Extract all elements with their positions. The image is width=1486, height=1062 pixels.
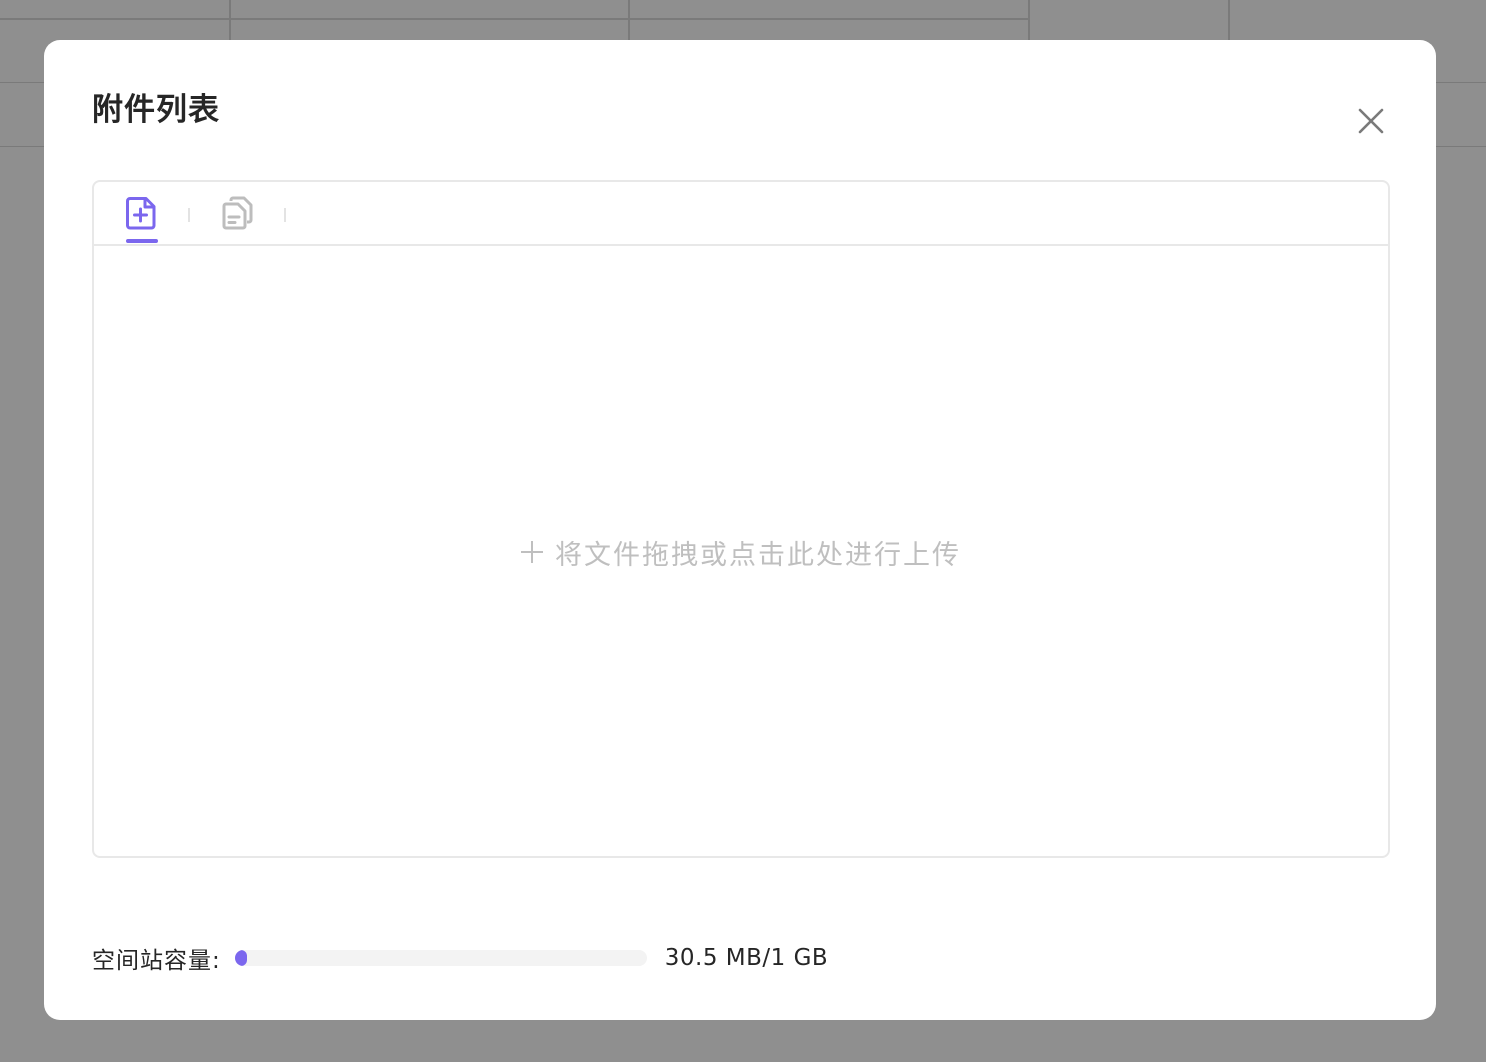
files-copy-icon — [222, 196, 253, 230]
attachment-tabs — [94, 182, 1388, 246]
active-tab-indicator — [126, 239, 158, 243]
tab-files[interactable] — [221, 196, 255, 230]
storage-progress-bar — [234, 950, 647, 966]
plus-icon — [521, 541, 543, 563]
close-button[interactable] — [1350, 100, 1392, 142]
tab-divider — [188, 208, 190, 222]
attachment-panel: 将文件拖拽或点击此处进行上传 — [92, 180, 1390, 858]
tab-upload[interactable] — [125, 196, 159, 230]
attachment-dialog: 附件列表 将文件拖拽或点击此处进行上传 空间站容量: 30.5 MB/1 GB — [44, 40, 1436, 1020]
storage-label: 空间站容量: — [92, 948, 221, 974]
dropzone-prompt: 将文件拖拽或点击此处进行上传 — [521, 533, 961, 572]
dropzone-text: 将文件拖拽或点击此处进行上传 — [555, 539, 961, 571]
storage-value: 30.5 MB/1 GB — [664, 945, 829, 971]
file-add-icon — [126, 197, 156, 230]
close-icon — [1358, 108, 1384, 134]
tab-divider — [284, 208, 286, 222]
dialog-title: 附件列表 — [92, 92, 220, 128]
storage-capacity: 空间站容量: 30.5 MB/1 GB — [92, 940, 828, 976]
storage-progress-fill — [234, 950, 248, 966]
upload-dropzone[interactable]: 将文件拖拽或点击此处进行上传 — [94, 246, 1388, 856]
